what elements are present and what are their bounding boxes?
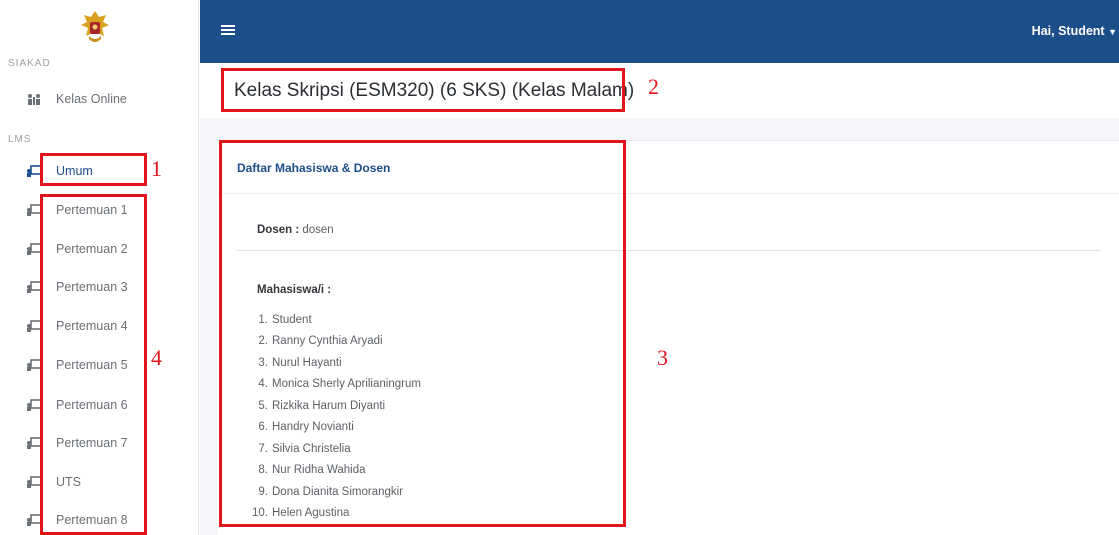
user-menu-toggle[interactable]: Hai, Student ▼	[1032, 24, 1117, 38]
sidebar-item-label: Kelas Online	[56, 92, 127, 106]
annotation-number-2: 2	[648, 74, 659, 99]
university-logo	[81, 11, 109, 42]
annotation-number-4: 4	[151, 345, 162, 370]
annotation-box-4	[40, 194, 147, 535]
app-window: SIAKAD Kelas Online LMS Umum Pertemuan 1…	[0, 0, 1119, 535]
annotation-box-3	[219, 140, 626, 527]
annotation-number-3: 3	[657, 345, 668, 370]
hamburger-icon[interactable]	[221, 23, 235, 37]
annotation-box-1	[40, 153, 147, 186]
section-label-lms: LMS	[8, 134, 32, 145]
topbar: Hai, Student ▼	[200, 0, 1119, 63]
section-label-siakad: SIAKAD	[8, 58, 51, 69]
caret-down-icon: ▼	[1108, 27, 1117, 37]
sidebar-item-kelas-online[interactable]: Kelas Online	[24, 88, 127, 110]
user-greeting: Hai, Student	[1031, 24, 1105, 38]
annotation-box-2	[221, 68, 625, 112]
annotation-number-1: 1	[151, 156, 162, 181]
users-icon	[24, 92, 44, 106]
